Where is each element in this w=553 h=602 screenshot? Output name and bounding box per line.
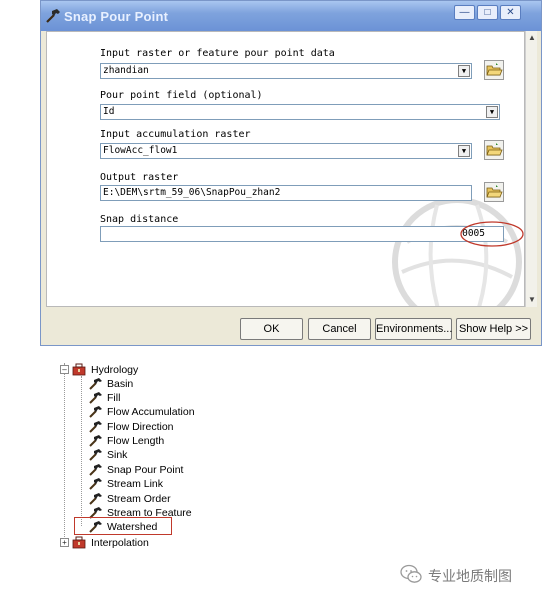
vertical-scrollbar[interactable]: ▲ ▼ xyxy=(525,31,537,307)
hammer-icon xyxy=(89,406,102,418)
folder-open-icon xyxy=(486,185,503,198)
snap-pour-point-dialog: Snap Pour Point — □ ✕ Input raster or fe… xyxy=(40,0,542,346)
maximize-button[interactable]: □ xyxy=(477,5,498,20)
title-bar[interactable]: Snap Pour Point — □ ✕ xyxy=(41,1,541,31)
hammer-icon xyxy=(89,435,102,447)
tool-label: Fill xyxy=(107,392,121,404)
hydrology-toolset-label[interactable]: Hydrology xyxy=(91,364,138,376)
tool-label: Stream Link xyxy=(107,478,164,490)
output-raster-input[interactable]: E:\DEM\srtm_59_06\SnapPou_zhan2 xyxy=(100,185,472,201)
tool-label: Flow Accumulation xyxy=(107,406,195,418)
tool-label: Sink xyxy=(107,449,128,461)
browse-pour-point-button[interactable] xyxy=(484,60,504,80)
hammer-icon xyxy=(89,392,102,404)
watershed-highlight-box xyxy=(74,517,172,535)
hammer-icon xyxy=(46,9,60,23)
wechat-icon xyxy=(400,564,422,583)
tool-label: Snap Pour Point xyxy=(107,464,184,476)
scroll-down-icon[interactable]: ▼ xyxy=(527,295,537,305)
environments-button[interactable]: Environments... xyxy=(375,318,452,340)
hammer-icon xyxy=(89,493,102,505)
chevron-down-icon[interactable]: ▼ xyxy=(458,65,470,77)
highlight-ellipse xyxy=(460,221,524,247)
pour-point-data-label: Input raster or feature pour point data xyxy=(100,48,335,59)
accumulation-raster-select[interactable]: FlowAcc_flow1 ▼ xyxy=(100,143,472,159)
snap-distance-label: Snap distance xyxy=(100,214,179,225)
tool-label: Flow Direction xyxy=(107,421,174,433)
minimize-button[interactable]: — xyxy=(454,5,475,20)
show-help-button[interactable]: Show Help >> xyxy=(456,318,531,340)
tool-label: Stream Order xyxy=(107,493,171,505)
pour-point-field-select[interactable]: Id ▼ xyxy=(100,104,500,120)
tree-connector xyxy=(64,363,65,543)
interpolation-toolset-label[interactable]: Interpolation xyxy=(91,537,149,549)
tool-label: Basin xyxy=(107,378,134,390)
ok-button[interactable]: OK xyxy=(240,318,303,340)
dialog-title: Snap Pour Point xyxy=(64,9,169,24)
pour-point-data-value: zhandian xyxy=(103,65,149,76)
browse-output-button[interactable] xyxy=(484,182,504,202)
snap-distance-input[interactable]: 0005 xyxy=(100,226,504,242)
hammer-icon xyxy=(89,449,102,461)
hammer-icon xyxy=(89,378,102,390)
expand-expander[interactable]: + xyxy=(60,538,69,547)
chevron-down-icon[interactable]: ▼ xyxy=(458,145,470,157)
folder-open-icon xyxy=(486,143,503,156)
scroll-up-icon[interactable]: ▲ xyxy=(527,33,537,43)
output-raster-label: Output raster xyxy=(100,172,179,183)
hammer-icon xyxy=(89,478,102,490)
tool-label: Flow Length xyxy=(107,435,165,447)
browse-accumulation-button[interactable] xyxy=(484,140,504,160)
accumulation-raster-label: Input accumulation raster xyxy=(100,129,251,140)
close-button[interactable]: ✕ xyxy=(500,5,521,20)
toolbox-icon xyxy=(72,536,86,549)
toolbox-icon xyxy=(72,363,86,376)
output-raster-value: E:\DEM\srtm_59_06\SnapPou_zhan2 xyxy=(103,187,281,198)
parameters-panel: Input raster or feature pour point data … xyxy=(46,31,525,307)
accumulation-raster-value: FlowAcc_flow1 xyxy=(103,145,178,156)
pour-point-field-label: Pour point field (optional) xyxy=(100,90,263,101)
hammer-icon xyxy=(89,421,102,433)
watermark-text: 专业地质制图 xyxy=(428,569,512,585)
chevron-down-icon[interactable]: ▼ xyxy=(486,106,498,118)
hammer-icon xyxy=(89,464,102,476)
pour-point-data-select[interactable]: zhandian ▼ xyxy=(100,63,472,79)
tree-connector xyxy=(81,376,82,526)
collapse-expander[interactable]: – xyxy=(60,365,69,374)
pour-point-field-value: Id xyxy=(103,106,115,117)
folder-open-icon xyxy=(486,63,503,76)
cancel-button[interactable]: Cancel xyxy=(308,318,371,340)
